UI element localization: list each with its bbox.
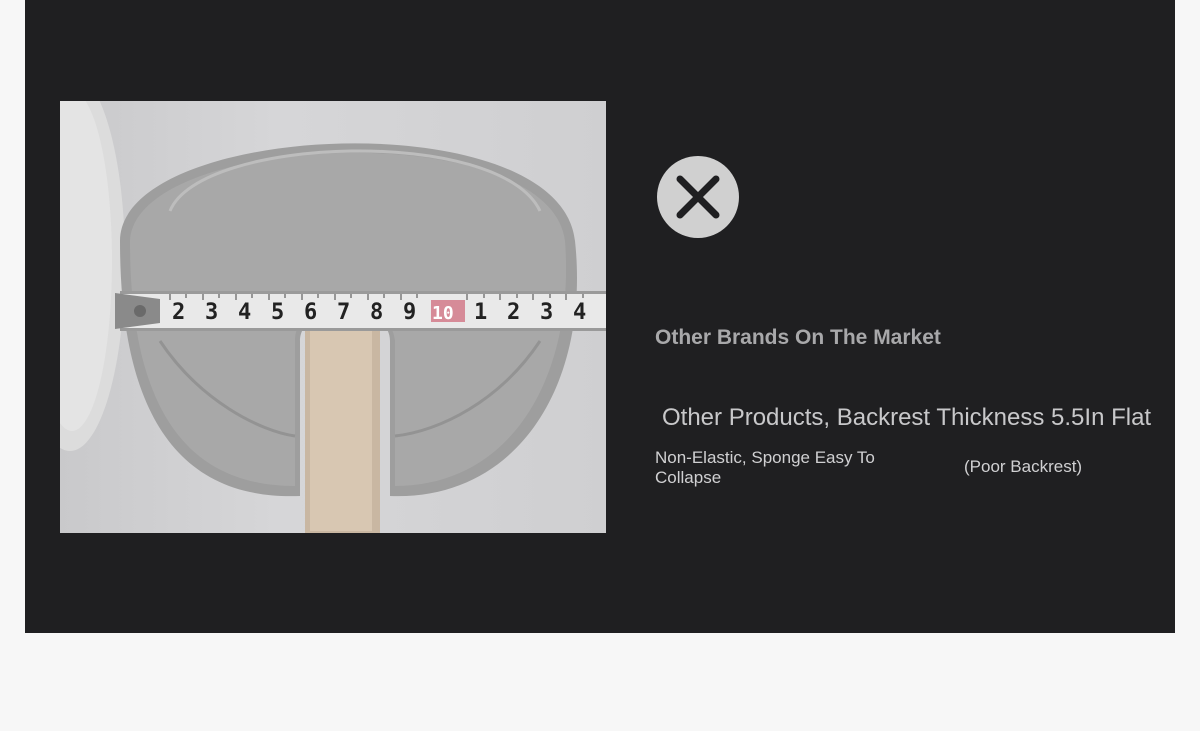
tape-digit: 1 [474,300,487,325]
feature-text: Non-Elastic, Sponge Easy To Collapse [655,448,875,487]
tape-digit: 5 [271,300,284,325]
tape-digit: 2 [172,300,185,325]
note-text: (Poor Backrest) [964,457,1083,476]
close-x-icon [657,156,739,238]
tape-digit: 6 [304,300,317,325]
tape-digit: 9 [403,300,416,325]
tape-digit: 10 [432,303,454,324]
tape-digit: 7 [337,300,350,325]
comparison-heading: Other Brands On The Market [655,326,941,349]
tape-digit: 3 [540,300,553,325]
comparison-panel: 2 3 4 5 6 7 8 9 10 1 2 3 4 Other Brands … [25,0,1175,633]
tape-digit: 4 [238,300,251,325]
comparison-subheading: Other Products, Backrest Thickness 5.5In… [662,404,1152,431]
tape-digit: 3 [205,300,218,325]
tape-digit: 4 [573,300,586,325]
product-photo: 2 3 4 5 6 7 8 9 10 1 2 3 4 [60,101,606,533]
tape-measure-pillow-photo-icon: 2 3 4 5 6 7 8 9 10 1 2 3 4 [60,101,606,533]
tape-digit: 8 [370,300,383,325]
tape-digit: 2 [507,300,520,325]
